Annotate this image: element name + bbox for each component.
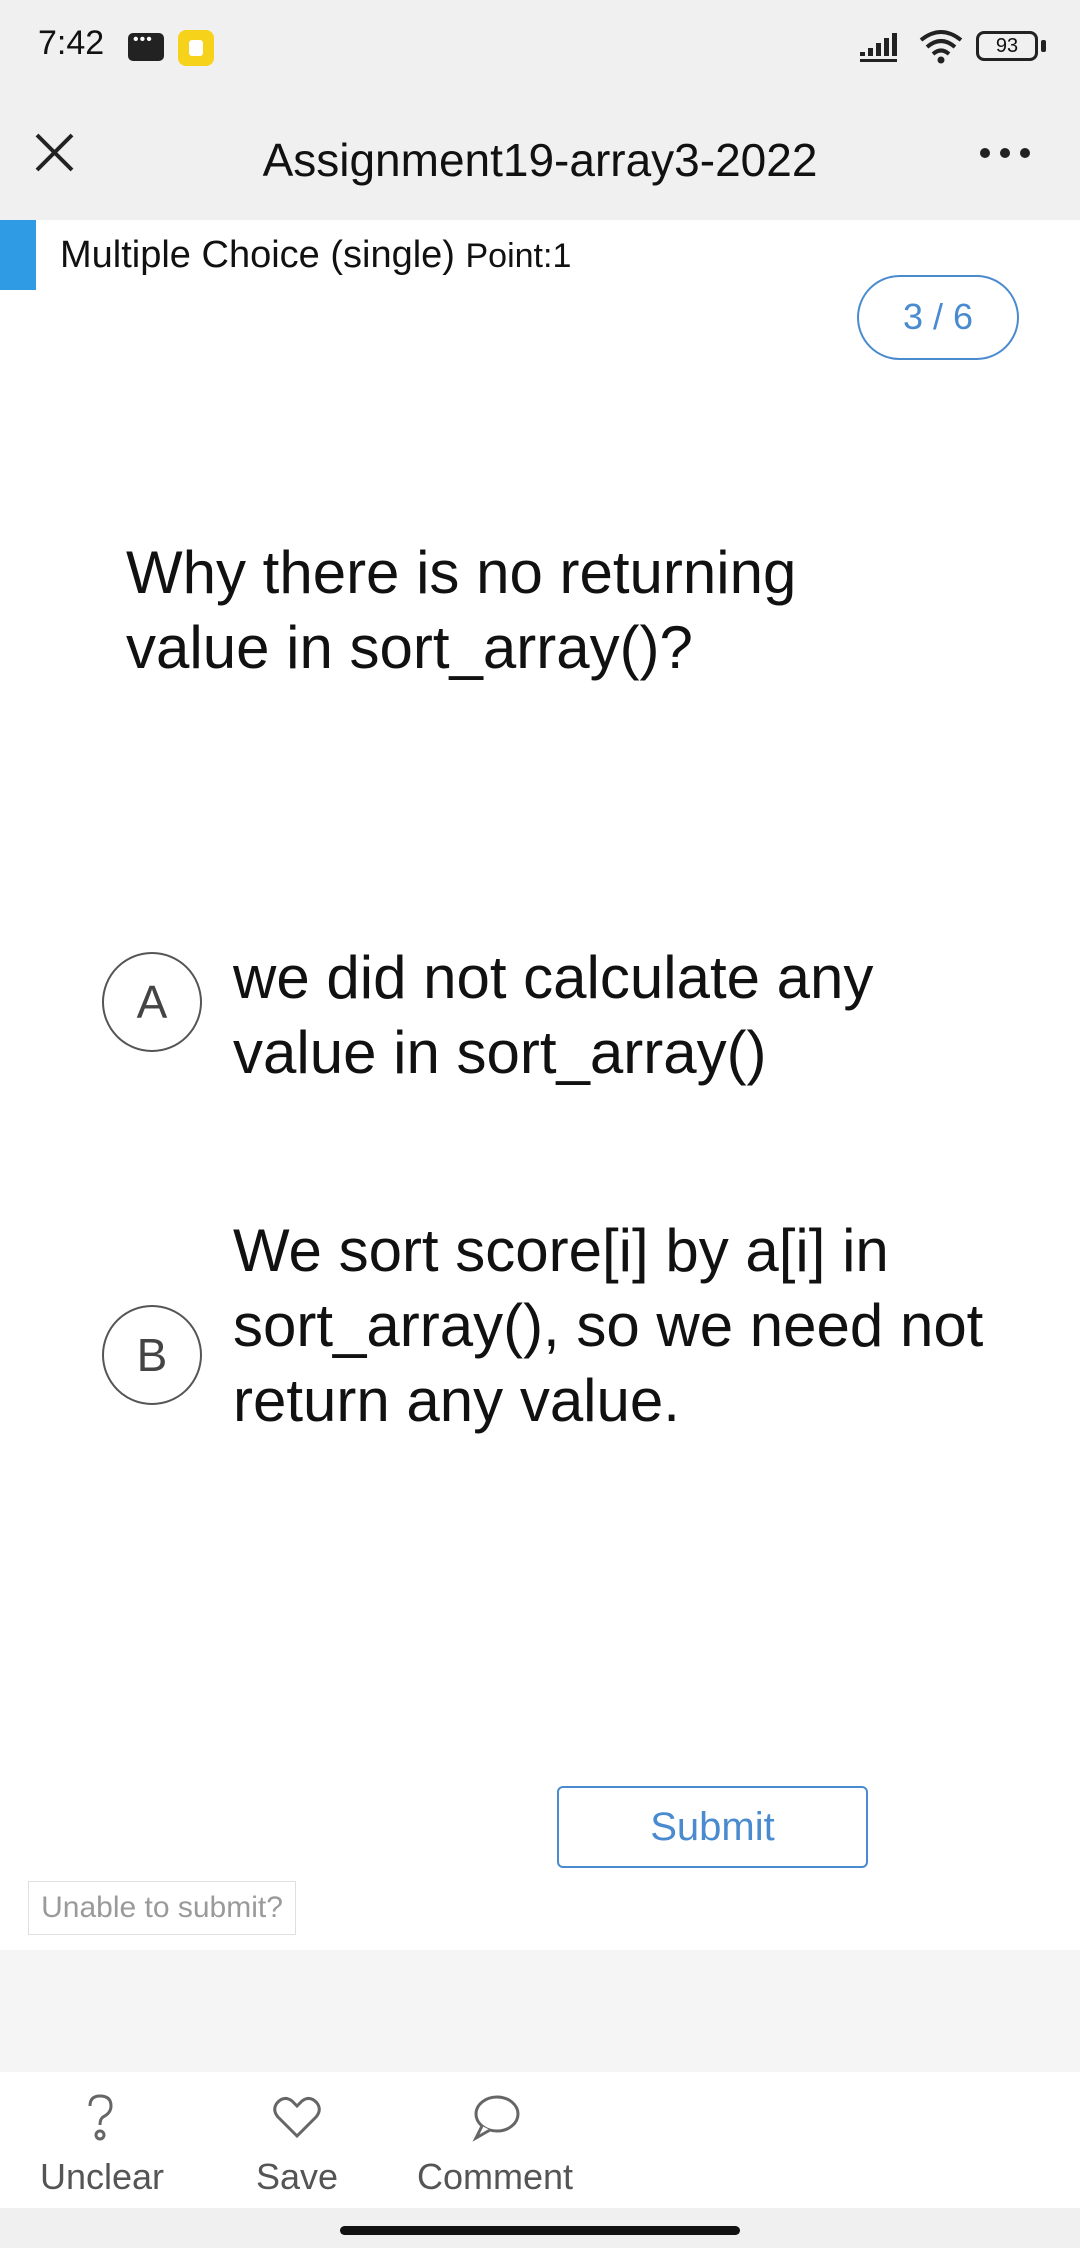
accent-bar: [0, 220, 36, 290]
option-b[interactable]: B We sort score[i] by a[i] in sort_array…: [100, 1213, 1000, 1513]
question-icon: [88, 2094, 113, 2141]
home-indicator[interactable]: [340, 2226, 740, 2235]
signal-icon: [860, 33, 897, 62]
points-label: Point:1: [465, 237, 572, 275]
more-icon[interactable]: [978, 145, 1032, 161]
chat-icon: [128, 31, 164, 61]
tab-save-label: Save: [255, 2156, 339, 2197]
question-type: Multiple Choice (single) Point:1: [60, 234, 571, 277]
option-a[interactable]: A we did not calculate any value in sort…: [100, 940, 1000, 1090]
tab-unclear-label: Unclear: [40, 2156, 165, 2197]
spacer-band: [0, 1950, 1080, 2072]
question-progress[interactable]: 3 / 6: [857, 275, 1019, 360]
question-type-label: Multiple Choice (single): [60, 234, 455, 276]
tab-comment[interactable]: Comment: [410, 2090, 580, 2198]
submit-button[interactable]: Submit: [557, 1786, 868, 1868]
title-bar: Assignment19-array3-2022: [0, 95, 1080, 220]
option-letter-a[interactable]: A: [102, 952, 202, 1052]
app-notification-icon: [178, 30, 214, 66]
unable-to-submit-link[interactable]: Unable to submit?: [28, 1881, 296, 1935]
question-text: Why there is no returning value in sort_…: [126, 539, 797, 681]
comment-icon: [472, 2095, 520, 2142]
option-text-b[interactable]: We sort score[i] by a[i] in sort_array()…: [233, 1213, 993, 1438]
bottom-toolbar: Unclear Save Comment: [0, 2072, 1080, 2208]
tab-save[interactable]: Save: [237, 2090, 357, 2198]
option-letter-b[interactable]: B: [102, 1305, 202, 1405]
battery-tip: [1041, 40, 1046, 52]
wifi-icon: [919, 30, 963, 64]
battery-icon: 93: [976, 31, 1038, 61]
tab-unclear[interactable]: Unclear: [40, 2090, 165, 2198]
option-text-a[interactable]: we did not calculate any value in sort_a…: [233, 940, 993, 1090]
status-time: 7:42: [38, 24, 105, 62]
heart-icon: [273, 2096, 321, 2139]
tab-comment-label: Comment: [416, 2156, 574, 2197]
page-title: Assignment19-array3-2022: [262, 134, 818, 186]
status-bar: 7:42 93: [0, 0, 1080, 95]
